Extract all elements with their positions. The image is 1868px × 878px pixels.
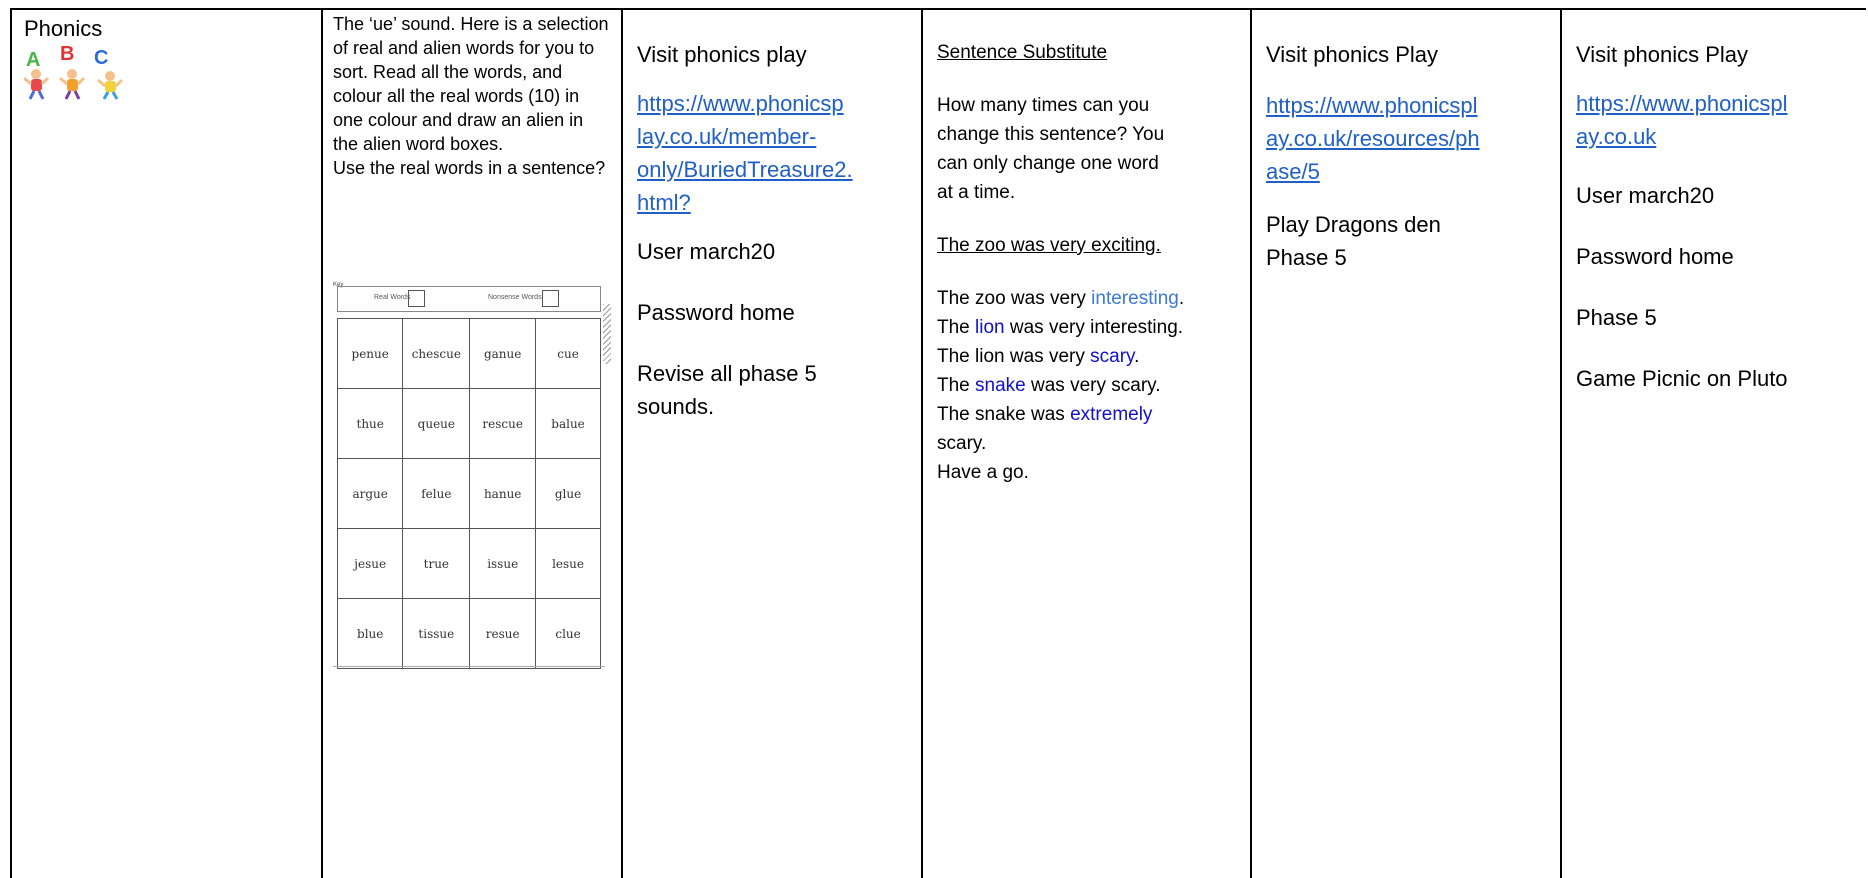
word-grid: penue chescue ganue cue thue queue rescu… bbox=[336, 318, 601, 669]
sentence-substitute-cell: Sentence Substitute How many times can y… bbox=[923, 10, 1252, 878]
word-cell: cue bbox=[535, 318, 601, 389]
logo-letter-c: C bbox=[94, 47, 108, 69]
sentence-line-4: The snake was very scary. bbox=[937, 375, 1161, 396]
word-cell: issue bbox=[469, 528, 537, 599]
nonsense-words-label: Nonsense Words bbox=[488, 294, 542, 301]
subject-title: Phonics bbox=[24, 16, 103, 41]
table-row: argue felue hanue glue bbox=[336, 458, 601, 529]
word-cell: rescue bbox=[469, 388, 537, 459]
closing-text: Have a go. bbox=[937, 462, 1029, 483]
base-sentence: The zoo was very exciting. bbox=[937, 235, 1161, 256]
word-cell: argue bbox=[336, 458, 404, 529]
phonics-play-cell-3: Visit phonics Play https://www.phonicspl… bbox=[1562, 10, 1868, 878]
sentence-substitute-heading: Sentence Substitute bbox=[937, 42, 1108, 63]
word-cell: thue bbox=[336, 388, 404, 459]
phonics-play-text-1: Visit phonics play https://www.phonicsp … bbox=[637, 38, 887, 423]
child-figure-a bbox=[24, 69, 50, 100]
logo-letter-a: A bbox=[26, 49, 40, 71]
child-figure-b bbox=[59, 69, 86, 100]
sentence-line-1: The zoo was very interesting. bbox=[937, 288, 1185, 309]
sentence-line-3: The lion was very scary. bbox=[937, 346, 1140, 367]
abc-children-logo-icon: A B C bbox=[24, 44, 124, 100]
phonics-play-heading: Visit phonics Play bbox=[1266, 42, 1439, 67]
word-cell: jesue bbox=[336, 528, 404, 599]
child-figure-c bbox=[97, 71, 124, 100]
ue-intro: The ‘ue’ sound. Here is a selection of r… bbox=[333, 14, 609, 154]
table-row: blue tissue resue clue bbox=[336, 598, 601, 669]
word-cell: true bbox=[402, 528, 471, 599]
buried-treasure-link[interactable]: https://www.phonicsp lay.co.uk/member- o… bbox=[637, 91, 853, 215]
worksheet-key-box: Real Words Nonsense Words bbox=[337, 286, 601, 312]
dragons-den-activity: Play Dragons den Phase 5 bbox=[1266, 212, 1441, 270]
table-row: jesue true issue lesue bbox=[336, 528, 601, 599]
phonics-play-home-link[interactable]: https://www.phonicspl ay.co.uk bbox=[1576, 91, 1788, 149]
nonsense-words-box bbox=[542, 290, 559, 307]
subject-cell: Phonics A B C bbox=[12, 10, 323, 878]
word-cell: blue bbox=[336, 598, 404, 669]
password-label: Password home bbox=[637, 300, 795, 325]
logo-letter-b: B bbox=[60, 44, 74, 65]
ue-sound-cell: The ‘ue’ sound. Here is a selection of r… bbox=[323, 10, 623, 878]
phase-5-resources-link[interactable]: https://www.phonicspl ay.co.uk/resources… bbox=[1266, 93, 1480, 184]
ue-sound-text: The ‘ue’ sound. Here is a selection of r… bbox=[333, 12, 613, 180]
user-label: User march20 bbox=[637, 239, 776, 264]
user-label: User march20 bbox=[1576, 183, 1715, 208]
sentence-substitute-text: Sentence Substitute How many times can y… bbox=[937, 38, 1237, 487]
word-cell: queue bbox=[402, 388, 471, 459]
word-cell: resue bbox=[469, 598, 537, 669]
sentence-prompt: How many times can you change this sente… bbox=[937, 95, 1165, 203]
password-label: Password home bbox=[1576, 244, 1734, 269]
word-cell: felue bbox=[402, 458, 471, 529]
phase-label: Phase 5 bbox=[1576, 305, 1657, 330]
word-cell: ganue bbox=[469, 318, 537, 389]
word-cell: glue bbox=[535, 458, 601, 529]
word-cell: chescue bbox=[402, 318, 471, 389]
real-words-label: Real Words bbox=[374, 294, 411, 301]
real-words-box bbox=[408, 290, 425, 307]
word-cell: penue bbox=[336, 318, 404, 389]
word-cell: clue bbox=[535, 598, 601, 669]
word-sort-worksheet: Key Real Words Nonsense Words penue ches… bbox=[333, 282, 611, 669]
word-cell: tissue bbox=[402, 598, 471, 669]
ue-instruction: Use the real words in a sentence? bbox=[333, 158, 606, 178]
phonics-play-text-2: Visit phonics Play https://www.phonicspl… bbox=[1266, 38, 1480, 274]
phonics-play-cell-1: Visit phonics play https://www.phonicsp … bbox=[623, 10, 923, 878]
word-cell: balue bbox=[535, 388, 601, 459]
table-row: thue queue rescue balue bbox=[336, 388, 601, 459]
table-row: penue chescue ganue cue bbox=[336, 318, 601, 389]
sentence-line-2: The lion was very interesting. bbox=[937, 317, 1184, 338]
word-cell: lesue bbox=[535, 528, 601, 599]
phonics-play-heading: Visit phonics Play bbox=[1576, 42, 1749, 67]
phonics-play-heading: Visit phonics play bbox=[637, 42, 807, 67]
sentence-line-5: The snake was extremely scary. bbox=[937, 404, 1153, 454]
phonics-play-cell-2: Visit phonics Play https://www.phonicspl… bbox=[1252, 10, 1562, 878]
worksheet-edge-hatch bbox=[603, 304, 611, 364]
phonics-play-text-3: Visit phonics Play https://www.phonicspl… bbox=[1576, 38, 1788, 395]
revise-instruction: Revise all phase 5 sounds. bbox=[637, 361, 817, 419]
timetable-grid: Phonics A B C The ‘ue’ sound. Here is a … bbox=[10, 8, 1866, 878]
word-cell: hanue bbox=[469, 458, 537, 529]
game-label: Game Picnic on Pluto bbox=[1576, 366, 1788, 391]
worksheet-divider bbox=[333, 666, 605, 667]
